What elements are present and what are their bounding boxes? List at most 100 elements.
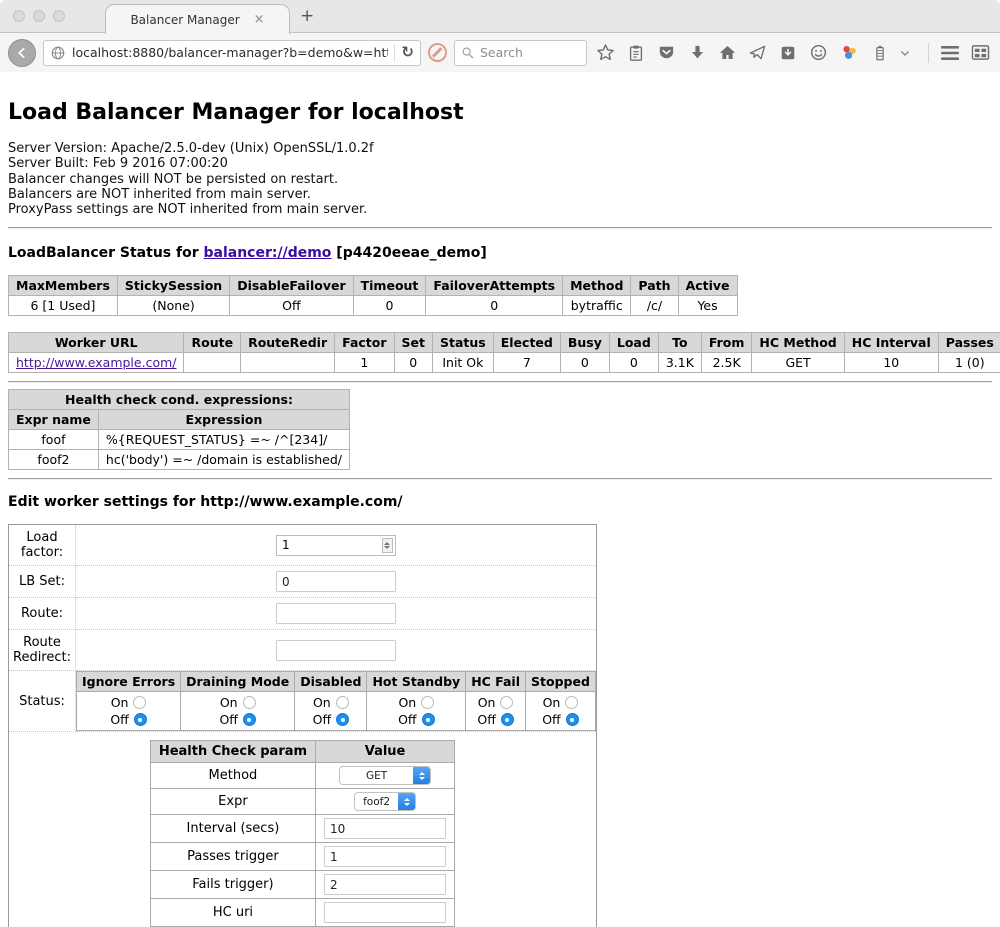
balancer-demo-link[interactable]: balancer://demo (204, 245, 332, 261)
back-button[interactable] (8, 39, 36, 67)
divider (8, 478, 992, 480)
worker-url-link[interactable]: http://www.example.com/ (16, 355, 176, 370)
send-icon[interactable] (746, 41, 769, 65)
balancer-status-heading: LoadBalancer Status for balancer://demo … (8, 245, 992, 261)
navigation-toolbar: localhost:8880/balancer-manager?b=demo&w… (0, 33, 1000, 72)
off-label: Off (110, 712, 128, 727)
page-content: Load Balancer Manager for localhost Serv… (0, 100, 1000, 927)
table-cell: Off (230, 296, 353, 316)
chat-smiley-icon[interactable] (807, 41, 830, 65)
off-label: Off (542, 712, 560, 727)
route-redirect-cell (76, 630, 597, 671)
stopped-on-radio[interactable] (565, 696, 578, 709)
load-factor-cell: 1 (76, 525, 597, 566)
reload-button[interactable]: ↻ (401, 45, 414, 60)
lb-set-input[interactable] (276, 571, 396, 592)
interval-input[interactable] (324, 818, 446, 839)
hc-fail-on-radio[interactable] (500, 696, 513, 709)
worker-url-cell: http://www.example.com/ (9, 353, 184, 373)
table-cell: Yes (678, 296, 737, 316)
tab-bar: Balancer Manager × + (0, 0, 1000, 33)
menu-hamburger-icon[interactable] (938, 41, 961, 65)
bookmark-star-icon[interactable] (594, 41, 617, 65)
browser-window: Balancer Manager × + localhost:8880/bala… (0, 0, 1000, 927)
adblock-icon[interactable] (428, 43, 447, 62)
passes-input[interactable] (324, 846, 446, 867)
method-select[interactable]: GET (339, 766, 431, 785)
expr-row: foof2 hc('body') =~ /domain is establish… (9, 450, 350, 470)
server-version-line: Server Version: Apache/2.5.0-dev (Unix) … (8, 141, 992, 156)
on-label: On (313, 695, 331, 710)
interval-label: Interval (secs) (150, 815, 315, 843)
disabled-off-radio[interactable] (336, 713, 349, 726)
downloads-icon[interactable] (685, 41, 708, 65)
column-header: Route (184, 333, 241, 353)
maximize-window-button[interactable] (53, 10, 65, 22)
disabled-on-radio[interactable] (336, 696, 349, 709)
hc-uri-input[interactable] (324, 902, 446, 923)
close-tab-icon[interactable]: × (254, 12, 265, 27)
hot-standby-on-radio[interactable] (421, 696, 434, 709)
expr-select[interactable]: foof2 (354, 792, 416, 811)
overflow-chevron-icon[interactable] (899, 41, 913, 65)
column-header: Factor (335, 333, 394, 353)
table-cell: 3.1K (658, 353, 701, 373)
url-text[interactable]: localhost:8880/balancer-manager?b=demo&w… (72, 45, 388, 60)
form-row-route-redirect: Route Redirect: (9, 630, 597, 671)
load-factor-value: 1 (282, 538, 290, 552)
edit-worker-heading: Edit worker settings for http://www.exam… (8, 494, 992, 510)
column-header: DisableFailover (230, 276, 353, 296)
hot-standby-off-radio[interactable] (422, 713, 435, 726)
extension-colored-dots-icon[interactable] (838, 41, 861, 65)
search-input[interactable] (480, 45, 570, 60)
ignore-errors-off-radio[interactable] (134, 713, 147, 726)
table-cell: 2.5K (701, 353, 752, 373)
fails-input[interactable] (324, 874, 446, 895)
table-cell: 1 (335, 353, 394, 373)
ignore-errors-on-radio[interactable] (133, 696, 146, 709)
column-header: To (658, 333, 701, 353)
passes-value-cell (316, 843, 455, 871)
column-header: Status (433, 333, 494, 353)
minimize-window-button[interactable] (33, 10, 45, 22)
column-header: Elected (493, 333, 560, 353)
search-bar[interactable] (454, 40, 587, 66)
stopped-off-radio[interactable] (566, 713, 579, 726)
home-icon[interactable] (716, 41, 739, 65)
load-factor-input[interactable]: 1 (276, 535, 396, 556)
balancers-note-line: Balancers are NOT inherited from main se… (8, 187, 992, 202)
new-tab-button[interactable]: + (300, 6, 314, 26)
hc-row-passes: Passes trigger (150, 843, 454, 871)
column-header: Draining Mode (181, 672, 295, 692)
column-header: Disabled (295, 672, 367, 692)
hc-fail-off-radio[interactable] (501, 713, 514, 726)
health-check-param-table: Health Check param Value Method GET (150, 740, 455, 927)
table-cell: 0 (394, 353, 432, 373)
battery-icon[interactable] (868, 41, 891, 65)
save-page-icon[interactable] (777, 41, 800, 65)
edit-worker-form: Load factor: 1 LB Set: Route: (8, 524, 597, 927)
page-title: Load Balancer Manager for localhost (8, 100, 992, 125)
route-input[interactable] (276, 603, 396, 624)
expr-value-cell: foof2 (316, 789, 455, 815)
column-header: Health Check param (150, 741, 315, 763)
table-cell: 6 [1 Used] (9, 296, 118, 316)
url-bar[interactable]: localhost:8880/balancer-manager?b=demo&w… (43, 40, 421, 66)
table-row: 6 [1 Used] (None) Off 0 0 bytraffic /c/ … (9, 296, 738, 316)
search-icon (461, 46, 475, 60)
column-header: Busy (560, 333, 609, 353)
tab-groups-icon[interactable] (969, 41, 992, 65)
divider (8, 227, 992, 229)
close-window-button[interactable] (13, 10, 25, 22)
route-cell (76, 598, 597, 630)
tab-balancer-manager[interactable]: Balancer Manager × (105, 4, 290, 34)
method-label: Method (150, 763, 315, 789)
route-redirect-input[interactable] (276, 640, 396, 661)
form-row-route: Route: (9, 598, 597, 630)
draining-mode-on-radio[interactable] (243, 696, 256, 709)
status-label: Status: (9, 671, 76, 732)
draining-mode-off-radio[interactable] (243, 713, 256, 726)
reading-list-icon[interactable] (624, 41, 647, 65)
number-stepper-icon[interactable] (382, 538, 393, 553)
pocket-icon[interactable] (655, 41, 678, 65)
